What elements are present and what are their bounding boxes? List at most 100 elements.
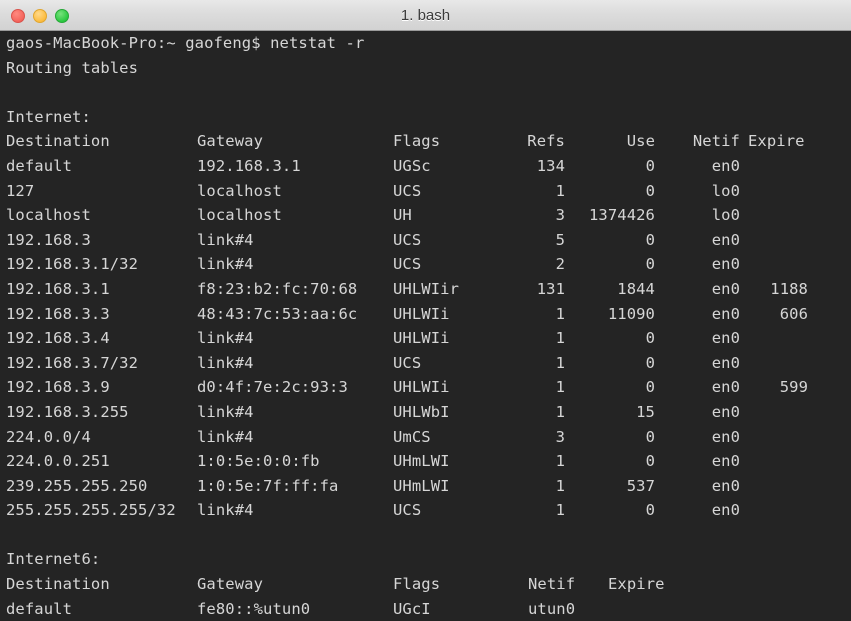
cell-refs: 1 bbox=[555, 181, 565, 200]
cell-gateway: link#4 bbox=[197, 427, 254, 446]
cell-netif: en0 bbox=[711, 378, 740, 397]
cell-flags: UHLWbI bbox=[393, 402, 450, 421]
cell-netif: en0 bbox=[711, 476, 740, 495]
internet-route-list: default 192.168.3.1 UGSc 134 0 en0 127 localhos… bbox=[0, 154, 851, 523]
cell-netif: en0 bbox=[711, 402, 740, 421]
cell-gateway: link#4 bbox=[197, 329, 254, 348]
cell-netif: en0 bbox=[711, 353, 740, 372]
cell-gateway: localhost bbox=[197, 206, 282, 225]
table-row: default fe80::%utun0 UGcI utun0 bbox=[0, 597, 851, 621]
cell-destination: 192.168.3.255 bbox=[6, 402, 129, 421]
cell-gateway: 192.168.3.1 bbox=[197, 156, 301, 175]
header-refs: Refs bbox=[527, 132, 565, 151]
cell-destination: 192.168.3.1 bbox=[6, 279, 110, 298]
header-gateway: Gateway bbox=[197, 132, 264, 151]
cell-netif: en0 bbox=[711, 452, 740, 471]
cell-flags: UmCS bbox=[393, 427, 431, 446]
header-destination: Destination bbox=[6, 132, 110, 151]
cell-destination: 127 bbox=[6, 181, 35, 200]
table-row: 224.0.0.251 1:0:5e:0:0:fb UHmLWI 1 0 en0 bbox=[0, 449, 851, 474]
cell-use: 0 bbox=[645, 329, 655, 348]
cell-netif: en0 bbox=[711, 304, 740, 323]
cell-flags: UCS bbox=[393, 353, 422, 372]
cell-gateway: link#4 bbox=[197, 353, 254, 372]
cell-use: 0 bbox=[645, 156, 655, 175]
cell-flags: UH bbox=[393, 206, 412, 225]
cell-use: 0 bbox=[645, 181, 655, 200]
cell-netif: en0 bbox=[711, 255, 740, 274]
routing-tables-label: Routing tables bbox=[6, 58, 139, 77]
cell-gateway: link#4 bbox=[197, 230, 254, 249]
internet6-route-list: default fe80::%utun0 UGcI utun0 bbox=[0, 597, 851, 621]
cell-gateway: 1:0:5e:0:0:fb bbox=[197, 452, 320, 471]
internet6-section-label: Internet6: bbox=[6, 550, 101, 569]
cell-destination: 192.168.3.9 bbox=[6, 378, 110, 397]
cell-netif: lo0 bbox=[711, 206, 740, 225]
cell-use: 0 bbox=[645, 427, 655, 446]
cell6-flags: UGcI bbox=[393, 599, 431, 618]
table-row: 127 localhost UCS 1 0 lo0 bbox=[0, 179, 851, 204]
cell-destination: 224.0.0/4 bbox=[6, 427, 91, 446]
header-flags: Flags bbox=[393, 132, 441, 151]
table-row: 192.168.3.3 48:43:7c:53:aa:6c UHLWIi 1 11090… bbox=[0, 302, 851, 327]
cell-use: 0 bbox=[645, 255, 655, 274]
cell-flags: UHLWIi bbox=[393, 304, 450, 323]
table-row: 224.0.0/4 link#4 UmCS 3 0 en0 bbox=[0, 425, 851, 450]
cell-flags: UCS bbox=[393, 230, 422, 249]
cell-destination: 255.255.255.255/32 bbox=[6, 501, 176, 520]
cell-gateway: 48:43:7c:53:aa:6c bbox=[197, 304, 358, 323]
cell-refs: 3 bbox=[555, 427, 565, 446]
cell6-netif: utun0 bbox=[528, 599, 576, 618]
cell-refs: 134 bbox=[536, 156, 565, 175]
cell-gateway: d0:4f:7e:2c:93:3 bbox=[197, 378, 348, 397]
cell-refs: 1 bbox=[555, 476, 565, 495]
cell-refs: 2 bbox=[555, 255, 565, 274]
cell-destination: 239.255.255.250 bbox=[6, 476, 148, 495]
cell-expire: 1188 bbox=[770, 279, 808, 298]
cell-use: 0 bbox=[645, 230, 655, 249]
table-row: 255.255.255.255/32 link#4 UCS 1 0 en0 bbox=[0, 498, 851, 523]
terminal-output[interactable]: gaos-MacBook-Pro:~ gaofeng$ netstat -r R… bbox=[0, 31, 851, 621]
cell-destination: localhost bbox=[6, 206, 91, 225]
cell-netif: en0 bbox=[711, 427, 740, 446]
header6-netif: Netif bbox=[528, 575, 576, 594]
cell-refs: 1 bbox=[555, 378, 565, 397]
cell-use: 0 bbox=[645, 378, 655, 397]
cell-gateway: localhost bbox=[197, 181, 282, 200]
cell-gateway: link#4 bbox=[197, 402, 254, 421]
cell-flags: UHmLWI bbox=[393, 476, 450, 495]
cell-flags: UHLWIi bbox=[393, 378, 450, 397]
prompt-line: gaos-MacBook-Pro:~ gaofeng$ netstat -r bbox=[6, 34, 365, 52]
cell-netif: en0 bbox=[711, 501, 740, 520]
cell-flags: UCS bbox=[393, 181, 422, 200]
cell-refs: 131 bbox=[536, 279, 565, 298]
table-row: 192.168.3.4 link#4 UHLWIi 1 0 en0 bbox=[0, 326, 851, 351]
cell6-destination: default bbox=[6, 599, 73, 618]
header6-gateway: Gateway bbox=[197, 575, 264, 594]
cell-netif: en0 bbox=[711, 279, 740, 298]
cell-refs: 1 bbox=[555, 329, 565, 348]
cell-destination: 224.0.0.251 bbox=[6, 452, 110, 471]
window-titlebar[interactable]: 1. bash bbox=[0, 0, 851, 31]
cell-gateway: 1:0:5e:7f:ff:fa bbox=[197, 476, 339, 495]
internet-section-label: Internet: bbox=[6, 107, 91, 126]
cell-destination: 192.168.3.4 bbox=[6, 329, 110, 348]
cell-use: 537 bbox=[626, 476, 655, 495]
cell-use: 11090 bbox=[607, 304, 655, 323]
cell-use: 1844 bbox=[617, 279, 655, 298]
table-row: 192.168.3.1 f8:23:b2:fc:70:68 UHLWIir 131 18… bbox=[0, 277, 851, 302]
table-row: 192.168.3.255 link#4 UHLWbI 1 15 en0 bbox=[0, 400, 851, 425]
cell-flags: UGSc bbox=[393, 156, 431, 175]
table-row: default 192.168.3.1 UGSc 134 0 en0 bbox=[0, 154, 851, 179]
header-expire: Expire bbox=[748, 132, 805, 151]
cell-netif: en0 bbox=[711, 329, 740, 348]
cell-use: 0 bbox=[645, 452, 655, 471]
table-row: 192.168.3 link#4 UCS 5 0 en0 bbox=[0, 228, 851, 253]
cell-refs: 3 bbox=[555, 206, 565, 225]
cell-use: 1374426 bbox=[588, 206, 655, 225]
cell-flags: UCS bbox=[393, 501, 422, 520]
cell-gateway: link#4 bbox=[197, 501, 254, 520]
table-row: localhost localhost UH 3 1374426 lo0 bbox=[0, 203, 851, 228]
header-use: Use bbox=[626, 132, 655, 151]
